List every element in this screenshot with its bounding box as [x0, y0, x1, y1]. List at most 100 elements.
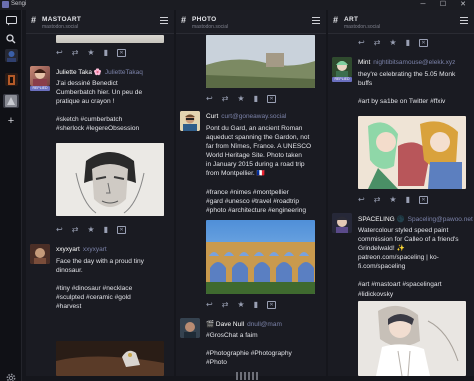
boost-icon[interactable]: ⇄ — [374, 38, 381, 48]
boost-icon[interactable]: ⇄ — [374, 195, 381, 205]
post-author[interactable]: Mint nightibitsamouse@elekk.xyz — [358, 59, 455, 66]
avatar[interactable] — [180, 111, 200, 131]
post-author[interactable]: Curt curt@goneaway.social — [206, 113, 286, 120]
hashtag-link[interactable]: #france #nimes #montpellier — [206, 188, 324, 197]
more-icon[interactable]: ✕ — [418, 39, 428, 47]
column-menu-icon[interactable] — [312, 17, 320, 24]
author-name[interactable]: Curt — [206, 113, 218, 120]
avatar[interactable] — [332, 213, 352, 233]
post-image[interactable] — [358, 116, 466, 189]
favorite-icon[interactable]: ★ — [87, 48, 94, 58]
favorite-icon[interactable]: ★ — [87, 225, 94, 235]
post-actions: ↩ ⇄ ★ ▮ ✕ — [56, 48, 126, 58]
post-author[interactable]: xxyxyart xxyxyart — [56, 246, 107, 253]
author-handle[interactable]: JulietteTakaq — [105, 69, 143, 76]
favorite-icon[interactable]: ★ — [389, 38, 396, 48]
favorite-icon[interactable]: ★ — [389, 195, 396, 205]
hashtag-link[interactable]: #lidickovsky — [358, 290, 472, 299]
post-content: #GrosChat a faim #Photographie #Photogra… — [206, 331, 324, 367]
bookmark-icon[interactable]: ▮ — [104, 225, 108, 235]
author-handle[interactable]: dnull@mam — [247, 321, 282, 328]
boost-icon[interactable]: ⇄ — [72, 225, 79, 235]
bookmark-icon[interactable]: ▮ — [406, 195, 410, 205]
status-badge: REPLIED — [332, 77, 352, 82]
more-icon[interactable]: ✕ — [418, 196, 428, 204]
hashtag-link[interactable]: #Photo — [206, 358, 324, 367]
avatar[interactable] — [30, 244, 50, 264]
hashtag-link[interactable]: #sherlock #legereObsession — [56, 124, 171, 133]
author-name[interactable]: SPACELING 🌑 — [358, 216, 405, 223]
post-image[interactable] — [206, 220, 315, 294]
hashtag-link[interactable]: #harvest — [56, 302, 171, 311]
favorite-icon[interactable]: ★ — [237, 94, 244, 104]
hashtag-link[interactable]: #sculpted #ceramic #gold — [56, 293, 171, 302]
post-image[interactable] — [358, 301, 466, 376]
compose-icon[interactable] — [3, 14, 19, 28]
boost-icon[interactable]: ⇄ — [222, 94, 229, 104]
reply-icon[interactable]: ↩ — [358, 38, 365, 48]
post-image[interactable] — [206, 35, 315, 88]
hashtag-link[interactable]: #art #mastoart #spacelingart — [358, 280, 472, 289]
avatar[interactable] — [30, 66, 50, 86]
favorite-icon[interactable]: ★ — [237, 300, 244, 310]
boost-icon[interactable]: ⇄ — [222, 300, 229, 310]
post-content: J'ai dessiné Benedict Cumberbatch hier. … — [56, 79, 171, 133]
more-icon[interactable]: ✕ — [116, 49, 126, 57]
reply-icon[interactable]: ↩ — [206, 94, 213, 104]
account-avatar[interactable] — [3, 94, 19, 108]
close-button[interactable]: ✕ — [453, 0, 473, 10]
horizontal-scroll-handle[interactable] — [236, 372, 260, 380]
column-menu-icon[interactable] — [160, 17, 168, 24]
post-link[interactable]: fi.com/spaceling — [358, 262, 472, 271]
more-icon[interactable]: ✕ — [266, 301, 276, 309]
post-image[interactable] — [56, 35, 164, 43]
post-author[interactable]: 🎬 Dave Null dnull@mam — [206, 320, 282, 328]
bookmark-icon[interactable]: ▮ — [254, 94, 258, 104]
reply-icon[interactable]: ↩ — [206, 300, 213, 310]
post-link[interactable]: patreon.com/spaceling | ko- — [358, 253, 472, 262]
author-handle[interactable]: Spaceling@pawoo.net — [408, 216, 473, 223]
hashtag-link[interactable]: #gard #unesco #travel #roadtrip — [206, 197, 324, 206]
bookmark-icon[interactable]: ▮ — [254, 300, 258, 310]
avatar[interactable] — [180, 318, 200, 338]
author-handle[interactable]: curt@goneaway.social — [221, 113, 286, 120]
bookmark-icon[interactable]: ▮ — [406, 38, 410, 48]
maximize-button[interactable]: ☐ — [433, 0, 453, 10]
post-line: Face the day with a proud tiny — [56, 258, 144, 265]
author-name[interactable]: Juliette Taka — [56, 69, 92, 76]
more-icon[interactable]: ✕ — [116, 226, 126, 234]
minimize-button[interactable]: ─ — [413, 0, 433, 10]
post-author[interactable]: SPACELING 🌑 Spaceling@pawoo.net — [358, 215, 473, 223]
author-name[interactable]: 🎬 Dave Null — [206, 321, 244, 328]
post-image[interactable] — [56, 143, 164, 216]
author-name[interactable]: Mint — [358, 59, 370, 66]
add-account-icon[interactable]: + — [3, 114, 19, 128]
avatar[interactable] — [332, 57, 352, 77]
hashtag-link[interactable]: #art by sa1be on Twitter #ffxiv — [358, 97, 472, 106]
author-name[interactable]: xxyxyart — [56, 246, 80, 253]
author-handle[interactable]: nightibitsamouse@elekk.xyz — [373, 59, 455, 66]
post-line: J'ai dessiné Benedict — [56, 80, 118, 87]
author-handle[interactable]: xxyxyart — [83, 246, 107, 253]
hashtag-link[interactable]: #photo #architecture #engineering — [206, 206, 324, 215]
post-image[interactable] — [56, 341, 164, 376]
reply-icon[interactable]: ↩ — [56, 225, 63, 235]
account-avatar[interactable] — [3, 72, 19, 86]
post-line: Pont du Gard, an ancient Roman — [206, 125, 303, 132]
hashtag-link[interactable]: #GrosChat a faim — [206, 331, 324, 340]
account-avatar[interactable] — [3, 48, 19, 62]
post-actions: ↩ ⇄ ★ ▮ ✕ — [56, 225, 126, 235]
search-icon[interactable] — [3, 32, 19, 46]
settings-icon[interactable] — [5, 372, 17, 381]
reply-icon[interactable]: ↩ — [358, 195, 365, 205]
more-icon[interactable]: ✕ — [266, 95, 276, 103]
post-author[interactable]: Juliette Taka 🌸 JulietteTakaq — [56, 68, 143, 76]
hashtag-link[interactable]: #tiny #dinosaur #necklace — [56, 284, 171, 293]
boost-icon[interactable]: ⇄ — [72, 48, 79, 58]
column-menu-icon[interactable] — [460, 17, 468, 24]
app-logo — [2, 1, 9, 8]
hashtag-link[interactable]: #sketch #cumberbatch — [56, 115, 171, 124]
hashtag-link[interactable]: #Photographie #Photography — [206, 349, 324, 358]
bookmark-icon[interactable]: ▮ — [104, 48, 108, 58]
reply-icon[interactable]: ↩ — [56, 48, 63, 58]
